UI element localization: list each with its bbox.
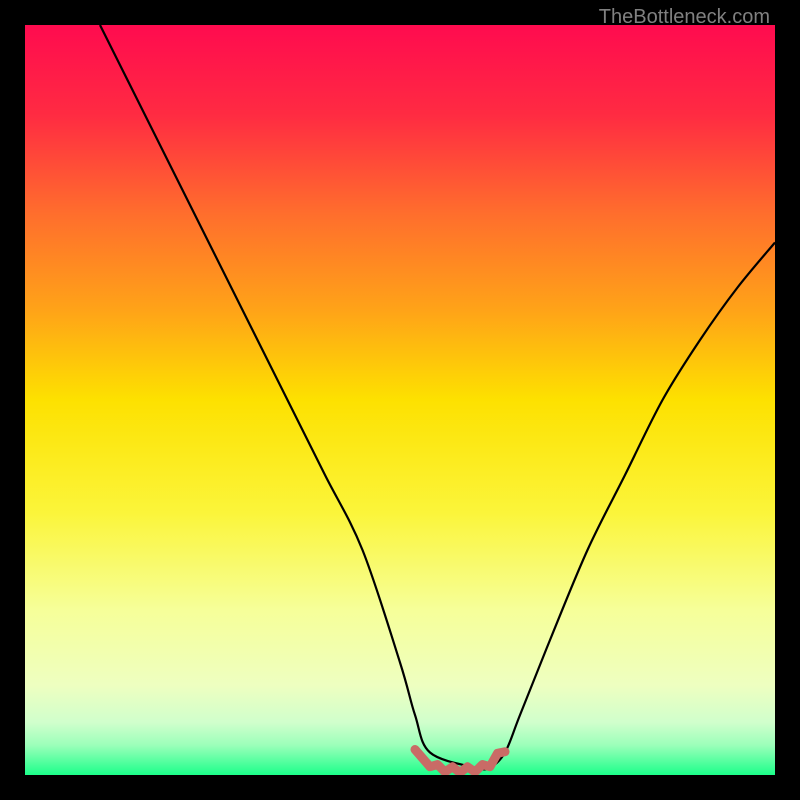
plot-area bbox=[25, 25, 775, 775]
chart-container: TheBottleneck.com bbox=[0, 0, 800, 800]
optimal-zone-path bbox=[415, 750, 505, 773]
attribution-label: TheBottleneck.com bbox=[599, 6, 770, 29]
bottleneck-curve bbox=[25, 25, 775, 775]
curve-path-black bbox=[100, 25, 775, 769]
